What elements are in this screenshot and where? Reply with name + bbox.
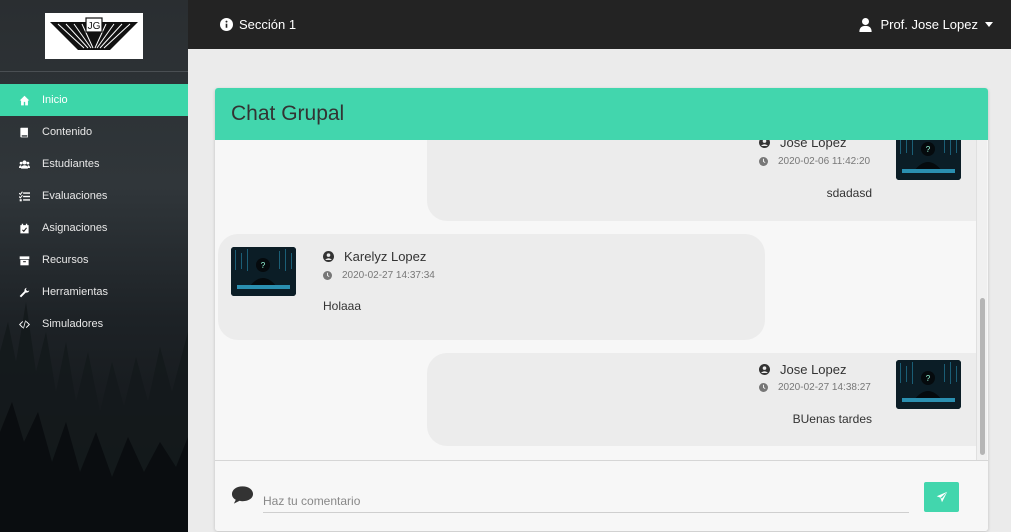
message-author: Karelyz Lopez bbox=[323, 249, 426, 264]
sidebar-item-label: Simuladores bbox=[42, 318, 104, 330]
home-icon bbox=[18, 94, 30, 106]
hacker-avatar-image: ? bbox=[896, 360, 961, 409]
hacker-avatar-image: ? bbox=[231, 247, 296, 296]
users-icon bbox=[18, 158, 30, 170]
sidebar-item-recursos[interactable]: Recursos bbox=[0, 244, 188, 276]
wrench-icon bbox=[18, 286, 30, 298]
avatar: ? bbox=[896, 140, 961, 180]
send-button[interactable] bbox=[924, 482, 959, 512]
message-text: sdadasd bbox=[826, 186, 872, 200]
sidebar-item-label: Contenido bbox=[42, 126, 93, 138]
clock-icon bbox=[759, 383, 768, 392]
message-timestamp: 2020-02-27 14:37:34 bbox=[323, 270, 435, 281]
logo-image: JG bbox=[50, 16, 138, 50]
user-name: Prof. Jose Lopez bbox=[880, 17, 978, 32]
chat-messages[interactable]: Jose Lopez 2020-02-06 11:42:20 sdadasd ? bbox=[215, 140, 988, 460]
avatar: ? bbox=[896, 360, 961, 409]
message-text: BUenas tardes bbox=[792, 412, 872, 426]
user-menu-button[interactable]: Prof. Jose Lopez bbox=[859, 17, 993, 32]
archive-icon bbox=[18, 254, 30, 266]
chat-message: Jose Lopez 2020-02-06 11:42:20 sdadasd ? bbox=[427, 140, 976, 221]
clock-icon bbox=[323, 271, 332, 280]
sidebar-item-herramientas[interactable]: Herramientas bbox=[0, 276, 188, 308]
sidebar: JG Inicio Contenido Estudiantes Evaluaci… bbox=[0, 0, 188, 532]
user-circle-icon bbox=[759, 140, 770, 148]
calendar-check-icon bbox=[18, 222, 30, 234]
message-text: Holaaa bbox=[323, 299, 362, 313]
chat-title: Chat Grupal bbox=[231, 102, 345, 125]
sidebar-item-inicio[interactable]: Inicio bbox=[0, 84, 188, 116]
sidebar-item-simuladores[interactable]: Simuladores bbox=[0, 308, 188, 340]
sidebar-item-contenido[interactable]: Contenido bbox=[0, 116, 188, 148]
sidebar-item-estudiantes[interactable]: Estudiantes bbox=[0, 148, 188, 180]
svg-text:?: ? bbox=[261, 261, 266, 270]
svg-text:?: ? bbox=[926, 145, 931, 154]
sidebar-item-label: Estudiantes bbox=[42, 158, 100, 170]
sidebar-item-evaluaciones[interactable]: Evaluaciones bbox=[0, 180, 188, 212]
sidebar-item-label: Evaluaciones bbox=[42, 190, 108, 202]
user-circle-icon bbox=[323, 251, 334, 262]
logo[interactable]: JG bbox=[45, 12, 143, 59]
comment-input[interactable] bbox=[263, 489, 909, 513]
code-icon bbox=[18, 318, 30, 330]
section-indicator[interactable]: Sección 1 bbox=[220, 17, 296, 32]
avatar: ? bbox=[231, 247, 296, 296]
section-label: Sección 1 bbox=[239, 17, 297, 32]
message-timestamp: 2020-02-06 11:42:20 bbox=[759, 156, 870, 167]
topbar: Sección 1 Prof. Jose Lopez bbox=[188, 0, 1011, 49]
user-icon bbox=[859, 17, 873, 32]
chat-message: Jose Lopez 2020-02-27 14:38:27 BUenas ta… bbox=[427, 353, 976, 446]
svg-text:?: ? bbox=[926, 374, 931, 383]
chat-scrollbar[interactable] bbox=[976, 140, 987, 460]
hacker-avatar-image: ? bbox=[896, 140, 961, 180]
sidebar-item-label: Asignaciones bbox=[42, 222, 108, 234]
logo-area: JG bbox=[0, 0, 188, 72]
message-author: Jose Lopez bbox=[759, 362, 847, 377]
user-circle-icon bbox=[759, 364, 770, 375]
sidebar-item-label: Inicio bbox=[42, 94, 68, 106]
comment-icon bbox=[231, 486, 254, 504]
chat-header: Chat Grupal bbox=[215, 88, 988, 140]
chat-message: ? Karelyz Lopez 2020-02-27 14:37:34 Hola… bbox=[218, 234, 765, 340]
clock-icon bbox=[759, 157, 768, 166]
message-author: Jose Lopez bbox=[759, 140, 847, 150]
scrollbar-thumb[interactable] bbox=[980, 298, 985, 455]
sidebar-menu: Inicio Contenido Estudiantes Evaluacione… bbox=[0, 84, 188, 340]
book-icon bbox=[18, 126, 30, 138]
sidebar-item-label: Recursos bbox=[42, 254, 89, 266]
chevron-down-icon bbox=[985, 22, 993, 27]
sidebar-item-asignaciones[interactable]: Asignaciones bbox=[0, 212, 188, 244]
chat-composer bbox=[215, 460, 988, 531]
info-icon bbox=[220, 18, 233, 31]
tasks-icon bbox=[18, 190, 30, 202]
chat-card: Chat Grupal Jose Lopez 2020-02-06 11:42:… bbox=[215, 88, 988, 531]
message-timestamp: 2020-02-27 14:38:27 bbox=[759, 382, 871, 393]
svg-text:JG: JG bbox=[88, 21, 101, 32]
paper-plane-icon bbox=[936, 491, 947, 503]
sidebar-item-label: Herramientas bbox=[42, 286, 109, 298]
